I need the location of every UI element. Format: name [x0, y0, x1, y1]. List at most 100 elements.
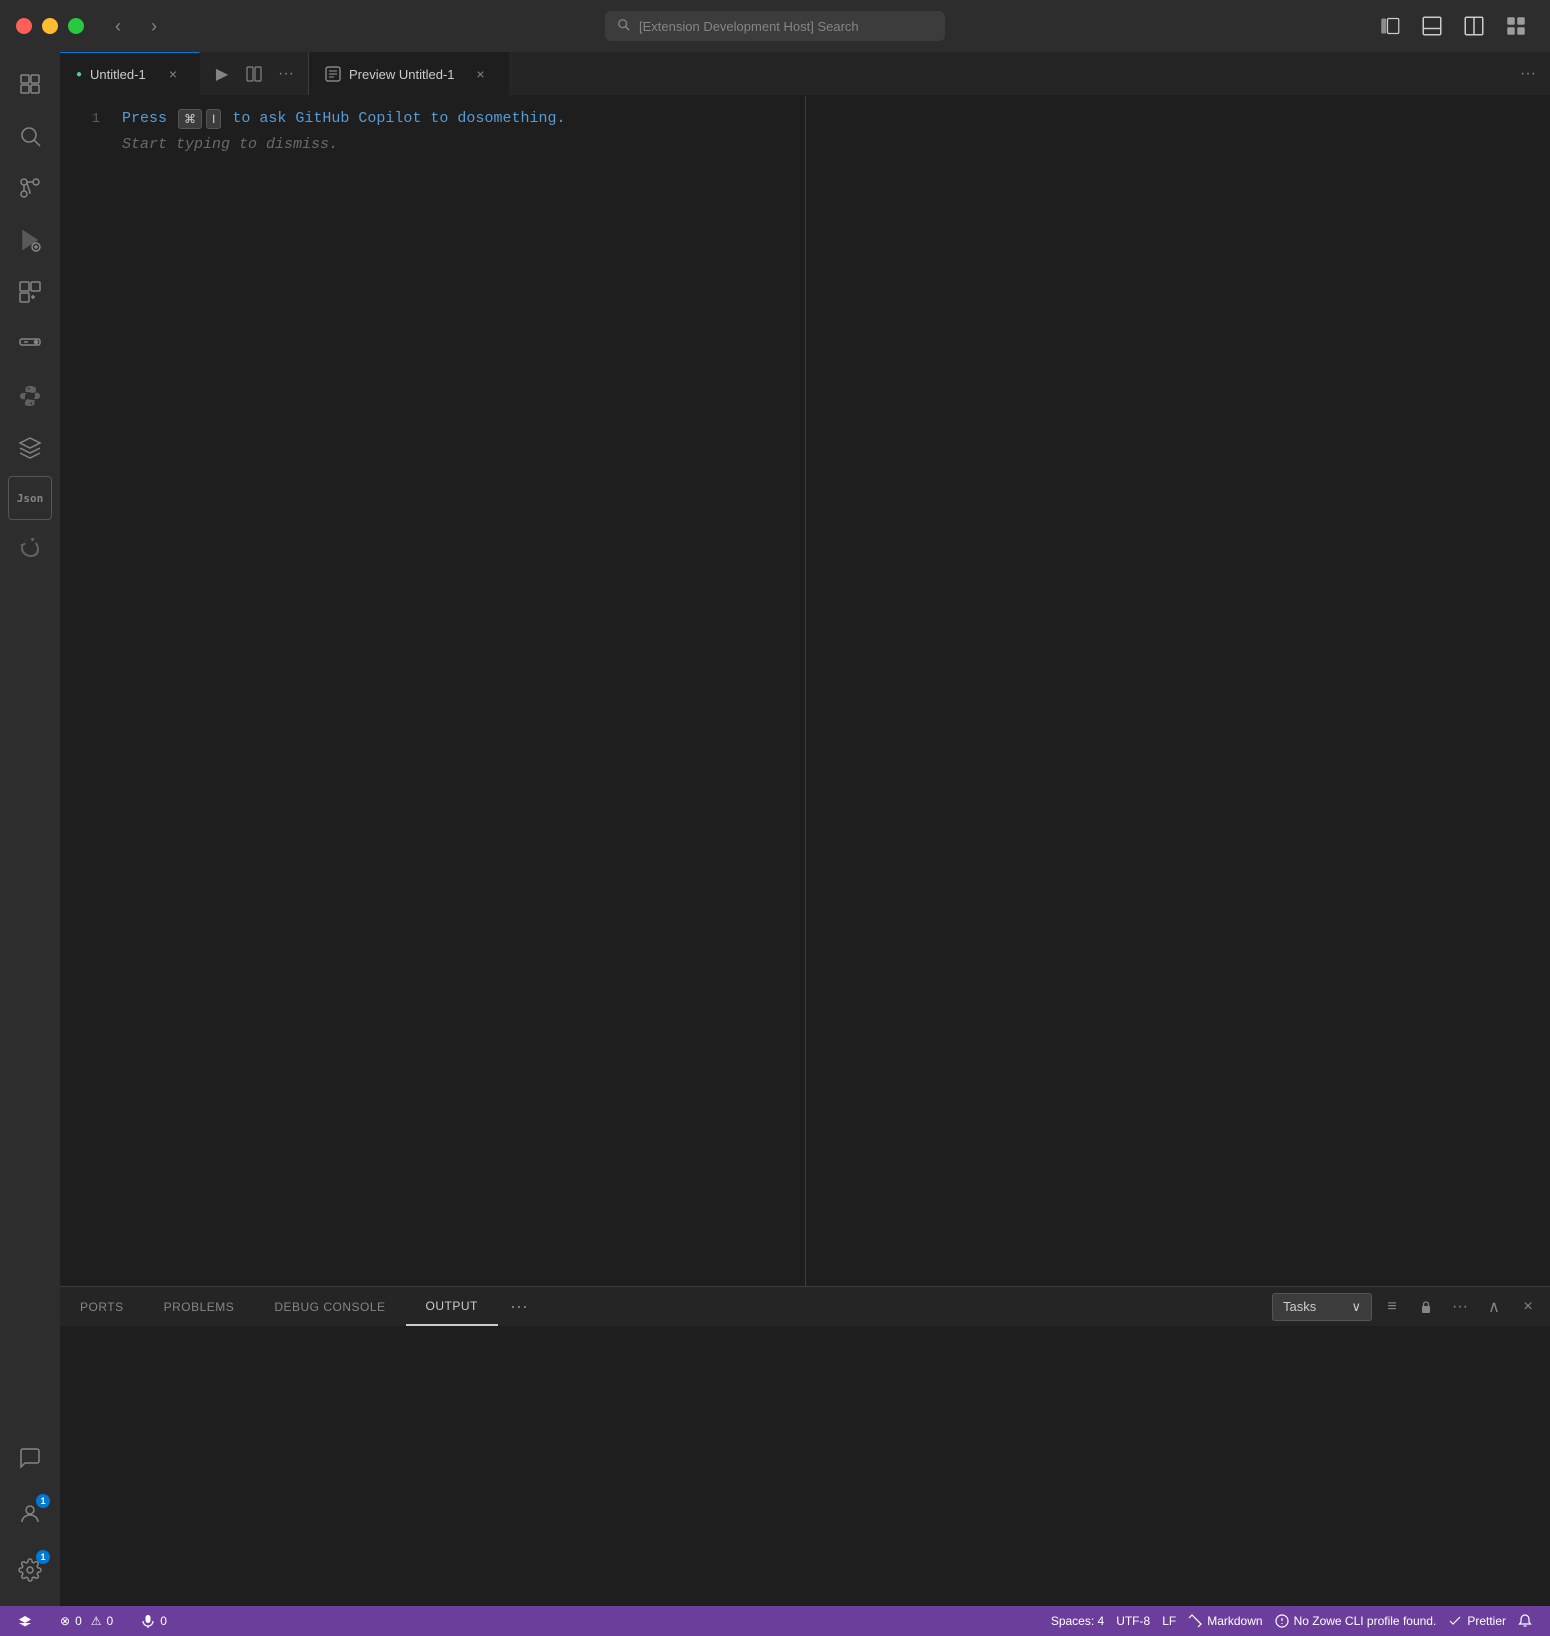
status-spaces-label: Spaces: 4: [1051, 1614, 1104, 1628]
status-language-label: Markdown: [1207, 1614, 1262, 1628]
activity-item-search[interactable]: [6, 112, 54, 160]
status-encoding[interactable]: UTF-8: [1110, 1614, 1156, 1628]
status-warning-icon: ⚠: [91, 1614, 102, 1628]
status-language[interactable]: Markdown: [1182, 1614, 1268, 1628]
title-bar: ‹ › [Extension Development Host] Search: [0, 0, 1550, 52]
text-something: something.: [475, 106, 565, 132]
panel-tabs: PORTS PROBLEMS DEBUG CONSOLE OUTPUT ··· …: [60, 1287, 1550, 1327]
panel-close-button[interactable]: ×: [1514, 1293, 1542, 1321]
status-error-icon: ⊗: [60, 1614, 70, 1628]
status-prettier-label: Prettier: [1467, 1614, 1506, 1628]
nav-buttons: ‹ ›: [104, 12, 168, 40]
activity-item-settings[interactable]: 1: [6, 1546, 54, 1594]
status-warning-count: 0: [107, 1614, 114, 1628]
editor-text-area[interactable]: Press ⌘ I to ask GitHub Copilot to do so…: [116, 96, 791, 1286]
main-layout: Json 1 1 ● Untitl: [0, 52, 1550, 1606]
status-eol-label: LF: [1162, 1614, 1176, 1628]
status-bell[interactable]: [1512, 1614, 1538, 1628]
nav-forward-button[interactable]: ›: [140, 12, 168, 40]
tab-preview-untitled-1[interactable]: Preview Untitled-1 ×: [309, 52, 509, 96]
settings-badge: 1: [36, 1550, 50, 1564]
status-zowe[interactable]: No Zowe CLI profile found.: [1269, 1614, 1443, 1628]
activity-item-extensions[interactable]: [6, 268, 54, 316]
toggle-panel-icon[interactable]: [1414, 8, 1450, 44]
status-eol[interactable]: LF: [1156, 1614, 1182, 1628]
tab-dot-icon: ●: [76, 69, 82, 80]
tab-untitled-label: Untitled-1: [90, 67, 146, 82]
editor-area: ● Untitled-1 × ▶ ··· Preview Untitled-1 …: [60, 52, 1550, 1606]
nav-back-button[interactable]: ‹: [104, 12, 132, 40]
panel-tab-actions: Tasks ∨ ≡ ··· ∧ ×: [1264, 1287, 1550, 1326]
panel-tab-debug-console[interactable]: DEBUG CONSOLE: [254, 1287, 405, 1326]
toggle-editor-icon[interactable]: [1456, 8, 1492, 44]
tab-actions: ▶ ···: [200, 52, 308, 95]
editor-line-1: Press ⌘ I to ask GitHub Copilot to do so…: [122, 106, 791, 158]
layout-icon[interactable]: [1498, 8, 1534, 44]
run-button[interactable]: ▶: [208, 60, 236, 88]
editor-panes: 1 Press ⌘ I to ask GitHub Copilot to do …: [60, 96, 1550, 1286]
account-badge: 1: [36, 1494, 50, 1508]
traffic-lights: [16, 18, 84, 34]
panel-more2-button[interactable]: ···: [1446, 1293, 1474, 1321]
editor-content[interactable]: 1 Press ⌘ I to ask GitHub Copilot to do …: [60, 96, 805, 1286]
preview-tab-label: Preview Untitled-1: [349, 67, 455, 82]
panel-tab-output[interactable]: OUTPUT: [406, 1287, 498, 1326]
panel-tab-ports[interactable]: PORTS: [60, 1287, 144, 1326]
activity-item-source-control[interactable]: [6, 164, 54, 212]
editor-scrollbar[interactable]: [791, 96, 805, 1286]
editor-pane-left: 1 Press ⌘ I to ask GitHub Copilot to do …: [60, 96, 806, 1286]
text-ghost-dismiss: Start typing to dismiss.: [122, 132, 338, 158]
line-numbers: 1: [60, 96, 116, 1286]
preview-more-button[interactable]: ···: [1514, 60, 1542, 88]
search-bar[interactable]: [Extension Development Host] Search: [605, 11, 945, 41]
preview-content: [806, 96, 1550, 1286]
activity-item-zowe[interactable]: [6, 424, 54, 472]
status-zowe-msg: No Zowe CLI profile found.: [1294, 1614, 1437, 1628]
split-editor-button[interactable]: [240, 60, 268, 88]
panel-tasks-label: Tasks: [1283, 1299, 1316, 1314]
activity-item-docker[interactable]: [6, 524, 54, 572]
status-mic-count: 0: [160, 1614, 167, 1628]
activity-bar: Json 1 1: [0, 52, 60, 1606]
line-number-1: 1: [60, 106, 100, 132]
preview-tab-close-button[interactable]: ×: [471, 64, 491, 84]
activity-item-account[interactable]: 1: [6, 1490, 54, 1538]
more-actions-button[interactable]: ···: [272, 60, 300, 88]
tab-bar: ● Untitled-1 × ▶ ··· Preview Untitled-1 …: [60, 52, 1550, 96]
tab-untitled-1[interactable]: ● Untitled-1 ×: [60, 52, 200, 95]
panel-lock-button[interactable]: [1412, 1293, 1440, 1321]
panel-list-button[interactable]: ≡: [1378, 1293, 1406, 1321]
text-press: Press: [122, 106, 167, 132]
activity-item-json[interactable]: Json: [8, 476, 52, 520]
panel: PORTS PROBLEMS DEBUG CONSOLE OUTPUT ··· …: [60, 1286, 1550, 1606]
status-errors[interactable]: ⊗ 0 ⚠ 0: [54, 1606, 119, 1636]
panel-collapse-button[interactable]: ∧: [1480, 1293, 1508, 1321]
activity-item-explorer[interactable]: [6, 60, 54, 108]
panel-more-button[interactable]: ···: [498, 1287, 540, 1326]
minimize-button[interactable]: [42, 18, 58, 34]
status-remote-icon[interactable]: [12, 1606, 38, 1636]
panel-content: [60, 1327, 1550, 1606]
activity-item-run-debug[interactable]: [6, 216, 54, 264]
title-bar-actions: [1372, 8, 1534, 44]
search-placeholder: [Extension Development Host] Search: [639, 19, 859, 34]
activity-item-chat[interactable]: [6, 1434, 54, 1482]
text-to-ask: to ask GitHub Copilot to do: [232, 106, 475, 132]
panel-tab-problems[interactable]: PROBLEMS: [144, 1287, 255, 1326]
activity-item-remote[interactable]: [6, 320, 54, 368]
preview-pane[interactable]: [806, 96, 1550, 1286]
close-button[interactable]: [16, 18, 32, 34]
dropdown-chevron-icon: ∨: [1351, 1299, 1361, 1315]
search-icon: [617, 18, 631, 35]
status-mic[interactable]: 0: [135, 1606, 173, 1636]
maximize-button[interactable]: [68, 18, 84, 34]
activity-bottom: 1 1: [6, 1434, 54, 1598]
activity-item-python[interactable]: [6, 372, 54, 420]
key-i: I: [206, 109, 221, 129]
status-spaces[interactable]: Spaces: 4: [1045, 1614, 1110, 1628]
toggle-sidebar-icon[interactable]: [1372, 8, 1408, 44]
status-encoding-label: UTF-8: [1116, 1614, 1150, 1628]
status-prettier[interactable]: Prettier: [1442, 1614, 1512, 1628]
panel-tasks-dropdown[interactable]: Tasks ∨: [1272, 1293, 1372, 1321]
tab-close-button[interactable]: ×: [163, 64, 183, 84]
